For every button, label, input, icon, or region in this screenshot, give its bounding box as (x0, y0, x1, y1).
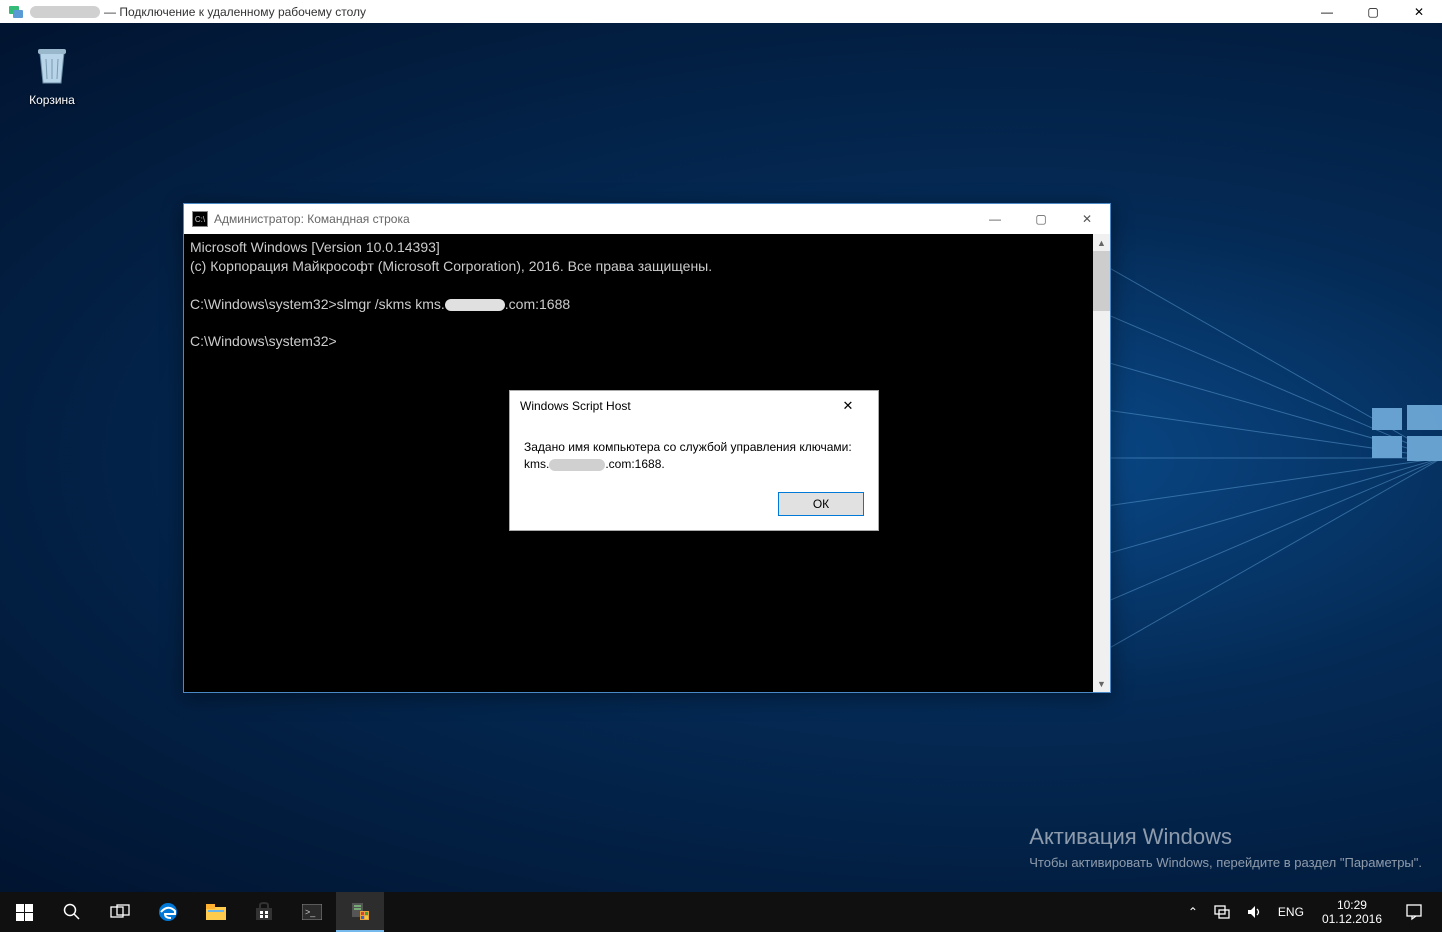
cmd-titlebar[interactable]: C:\ Администратор: Командная строка — ▢ … (184, 204, 1110, 234)
dialog-titlebar[interactable]: Windows Script Host ✕ (510, 391, 878, 421)
taskbar-date: 01.12.2016 (1322, 912, 1382, 926)
svg-text:>_: >_ (305, 907, 316, 917)
watermark-title: Активация Windows (1029, 824, 1422, 850)
cmd-line: C:\Windows\system32>slmgr /skms kms. (190, 296, 445, 312)
taskbar: >_ ⌃ ENG 10:29 01.12.2016 (0, 892, 1442, 932)
cmd-window-controls: — ▢ ✕ (972, 204, 1110, 234)
rdp-maximize-button[interactable]: ▢ (1350, 0, 1396, 23)
scroll-thumb[interactable] (1093, 251, 1110, 311)
cmd-line: .com:1688 (505, 296, 570, 312)
dialog-button-row: ОК (510, 484, 878, 530)
rdp-titlebar: — Подключение к удаленному рабочему стол… (0, 0, 1442, 23)
cmd-scrollbar[interactable]: ▲ ▼ (1093, 234, 1110, 692)
taskbar-clock[interactable]: 10:29 01.12.2016 (1312, 898, 1392, 927)
dialog-close-button[interactable]: ✕ (828, 391, 868, 421)
taskbar-time: 10:29 (1322, 898, 1382, 912)
dialog-title: Windows Script Host (520, 399, 631, 413)
rdp-window-controls: — ▢ ✕ (1304, 0, 1442, 23)
trash-icon (28, 41, 76, 89)
remote-desktop[interactable]: Корзина Активация Windows Чтобы активиро… (0, 23, 1442, 892)
rdp-close-button[interactable]: ✕ (1396, 0, 1442, 23)
cmd-taskbar-icon[interactable]: >_ (288, 892, 336, 932)
cmd-redacted-host (445, 299, 505, 311)
activation-watermark: Активация Windows Чтобы активировать Win… (1029, 824, 1422, 872)
windows-logo-rays (1092, 208, 1442, 708)
dialog-message-line2: kms..com:1688. (524, 456, 864, 473)
cmd-line: Microsoft Windows [Version 10.0.14393] (190, 239, 440, 255)
dialog-body: Задано имя компьютера со службой управле… (510, 421, 878, 484)
volume-icon[interactable] (1238, 892, 1270, 932)
ok-button[interactable]: ОК (778, 492, 864, 516)
cmd-title: Администратор: Командная строка (214, 212, 410, 226)
cmd-maximize-button[interactable]: ▢ (1018, 204, 1064, 234)
tray-chevron-icon[interactable]: ⌃ (1180, 892, 1206, 932)
cmd-line: (c) Корпорация Майкрософт (Microsoft Cor… (190, 258, 712, 274)
rdp-minimize-button[interactable]: — (1304, 0, 1350, 23)
system-tray: ⌃ ENG 10:29 01.12.2016 (1180, 892, 1442, 932)
watermark-subtitle: Чтобы активировать Windows, перейдите в … (1029, 854, 1422, 872)
recycle-bin-label: Корзина (14, 93, 90, 107)
start-button[interactable] (0, 892, 48, 932)
search-button[interactable] (48, 892, 96, 932)
dialog-message-line1: Задано имя компьютера со службой управле… (524, 439, 864, 456)
file-explorer-taskbar-icon[interactable] (192, 892, 240, 932)
action-center-icon[interactable] (1392, 903, 1436, 921)
cmd-prompt: C:\Windows\system32> (190, 333, 337, 349)
scroll-down-arrow-icon[interactable]: ▼ (1093, 675, 1110, 692)
task-view-button[interactable] (96, 892, 144, 932)
rdp-icon (8, 4, 24, 20)
dialog-redacted-host (549, 459, 605, 471)
rdp-host-redacted (30, 6, 100, 18)
cmd-close-button[interactable]: ✕ (1064, 204, 1110, 234)
store-taskbar-icon[interactable] (240, 892, 288, 932)
cmd-icon: C:\ (192, 211, 208, 227)
script-host-dialog: Windows Script Host ✕ Задано имя компьют… (509, 390, 879, 531)
recycle-bin-icon[interactable]: Корзина (14, 41, 90, 107)
scroll-up-arrow-icon[interactable]: ▲ (1093, 234, 1110, 251)
network-icon[interactable] (1206, 892, 1238, 932)
language-indicator[interactable]: ENG (1270, 892, 1312, 932)
edge-taskbar-icon[interactable] (144, 892, 192, 932)
rdp-title: — Подключение к удаленному рабочему стол… (104, 5, 366, 19)
server-manager-taskbar-icon[interactable] (336, 892, 384, 932)
cmd-minimize-button[interactable]: — (972, 204, 1018, 234)
